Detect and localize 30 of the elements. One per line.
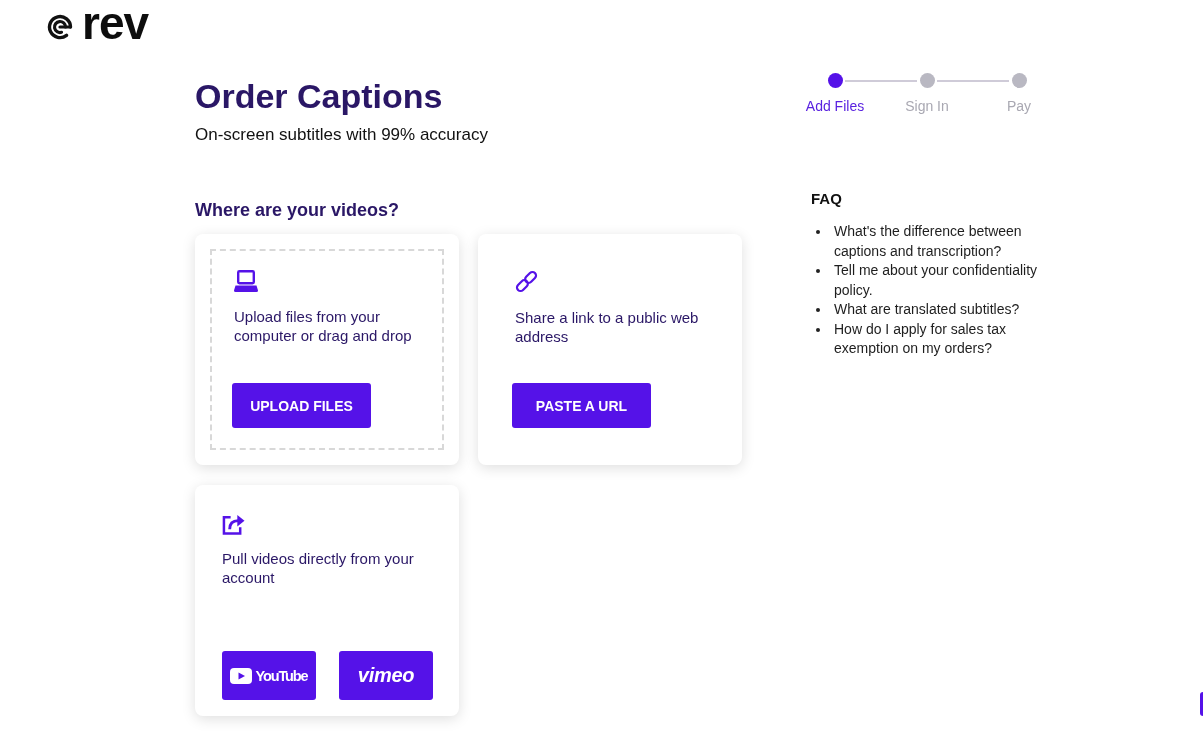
- section-heading: Where are your videos?: [195, 199, 401, 222]
- bullet-icon: [816, 327, 820, 332]
- logo-text: rev: [82, 9, 149, 45]
- option-description: Upload files from your computer or drag and drop: [234, 307, 413, 345]
- link-icon: [515, 270, 538, 293]
- share-icon: [222, 513, 245, 535]
- youtube-button[interactable]: YouTube: [222, 651, 316, 700]
- faq-heading: FAQ: [811, 190, 843, 208]
- play-icon: [230, 667, 253, 684]
- option-description: Share a link to a public web address: [515, 308, 700, 346]
- faq-link[interactable]: How do I apply for sales tax exemption on my orders?: [834, 319, 1052, 359]
- faq-link[interactable]: What's the difference between captions and transcription?: [834, 222, 1052, 261]
- vimeo-button[interactable]: vimeo: [339, 651, 433, 700]
- laptop-icon: [234, 270, 258, 292]
- drop-zone[interactable]: Upload files from your computer or drag and drop UPLOAD FILES: [210, 249, 444, 450]
- option-description: Pull videos directly from your account: [222, 549, 415, 587]
- chat-button[interactable]: [1200, 692, 1203, 716]
- faq-link[interactable]: What are translated subtitles?: [834, 300, 1052, 320]
- bullet-icon: [816, 230, 820, 234]
- bullet-icon: [816, 269, 820, 273]
- step-label: Pay: [1006, 98, 1032, 115]
- action-button[interactable]: UPLOAD FILES: [232, 383, 371, 428]
- faq-link[interactable]: Tell me about your confidentiality policy.: [834, 261, 1052, 300]
- action-button[interactable]: PASTE A URL: [512, 383, 651, 428]
- step-label: Add Files: [805, 98, 865, 115]
- step-label: Sign In: [905, 98, 949, 115]
- page-subtitle: On-screen subtitles with 99% accuracy: [195, 124, 489, 146]
- bullet-icon: [816, 308, 820, 312]
- logo-icon: [47, 14, 73, 40]
- page-title: Order Captions: [195, 76, 444, 116]
